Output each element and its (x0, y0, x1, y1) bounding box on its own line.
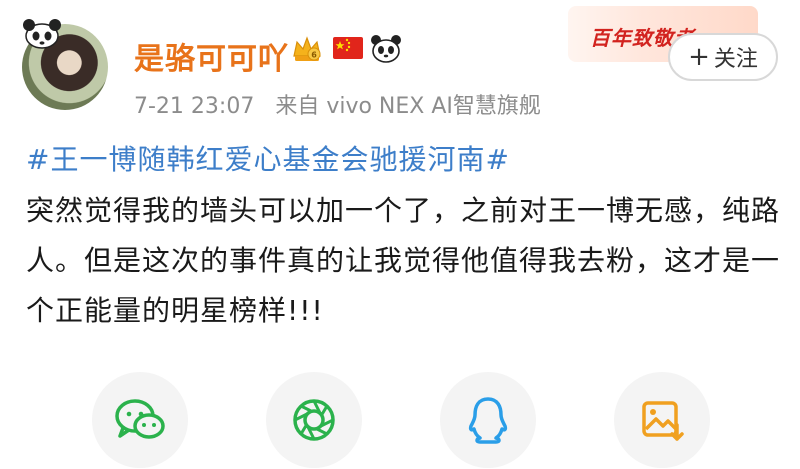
avatar[interactable] (22, 19, 108, 110)
hashtag-link[interactable]: #王一博随韩红爱心基金会驰援河南# (26, 138, 510, 178)
save-image-icon (642, 401, 684, 441)
post-text: 突然觉得我的墙头可以加一个了，之前对王一博无感，纯路人。但是这次的事件真的让我觉… (26, 194, 781, 327)
moments-icon (293, 399, 335, 441)
qq-icon (468, 397, 508, 444)
post-meta: 7-21 23:07 来自 vivo NEX AI智慧旗舰 (134, 88, 541, 120)
plus-icon: + (688, 42, 710, 72)
post-source: 来自 vivo NEX AI智慧旗舰 (275, 94, 541, 119)
username[interactable]: 是骆可可吖 (134, 34, 289, 78)
panda-ears-decoration-icon (23, 19, 61, 49)
follow-button[interactable]: + 关注 (668, 33, 778, 81)
svg-text:6: 6 (311, 51, 317, 60)
panda-icon (371, 35, 401, 63)
share-bar (0, 372, 800, 469)
post-time: 7-21 23:07 (134, 94, 255, 119)
save-image-button[interactable] (614, 372, 710, 468)
share-moments-button[interactable] (266, 372, 362, 468)
vip-crown-icon[interactable]: 6 (290, 32, 324, 66)
china-flag-icon (333, 37, 363, 59)
share-wechat-button[interactable] (92, 372, 188, 468)
follow-label: 关注 (713, 47, 758, 72)
wechat-icon (115, 399, 165, 439)
share-qq-button[interactable] (440, 372, 536, 468)
